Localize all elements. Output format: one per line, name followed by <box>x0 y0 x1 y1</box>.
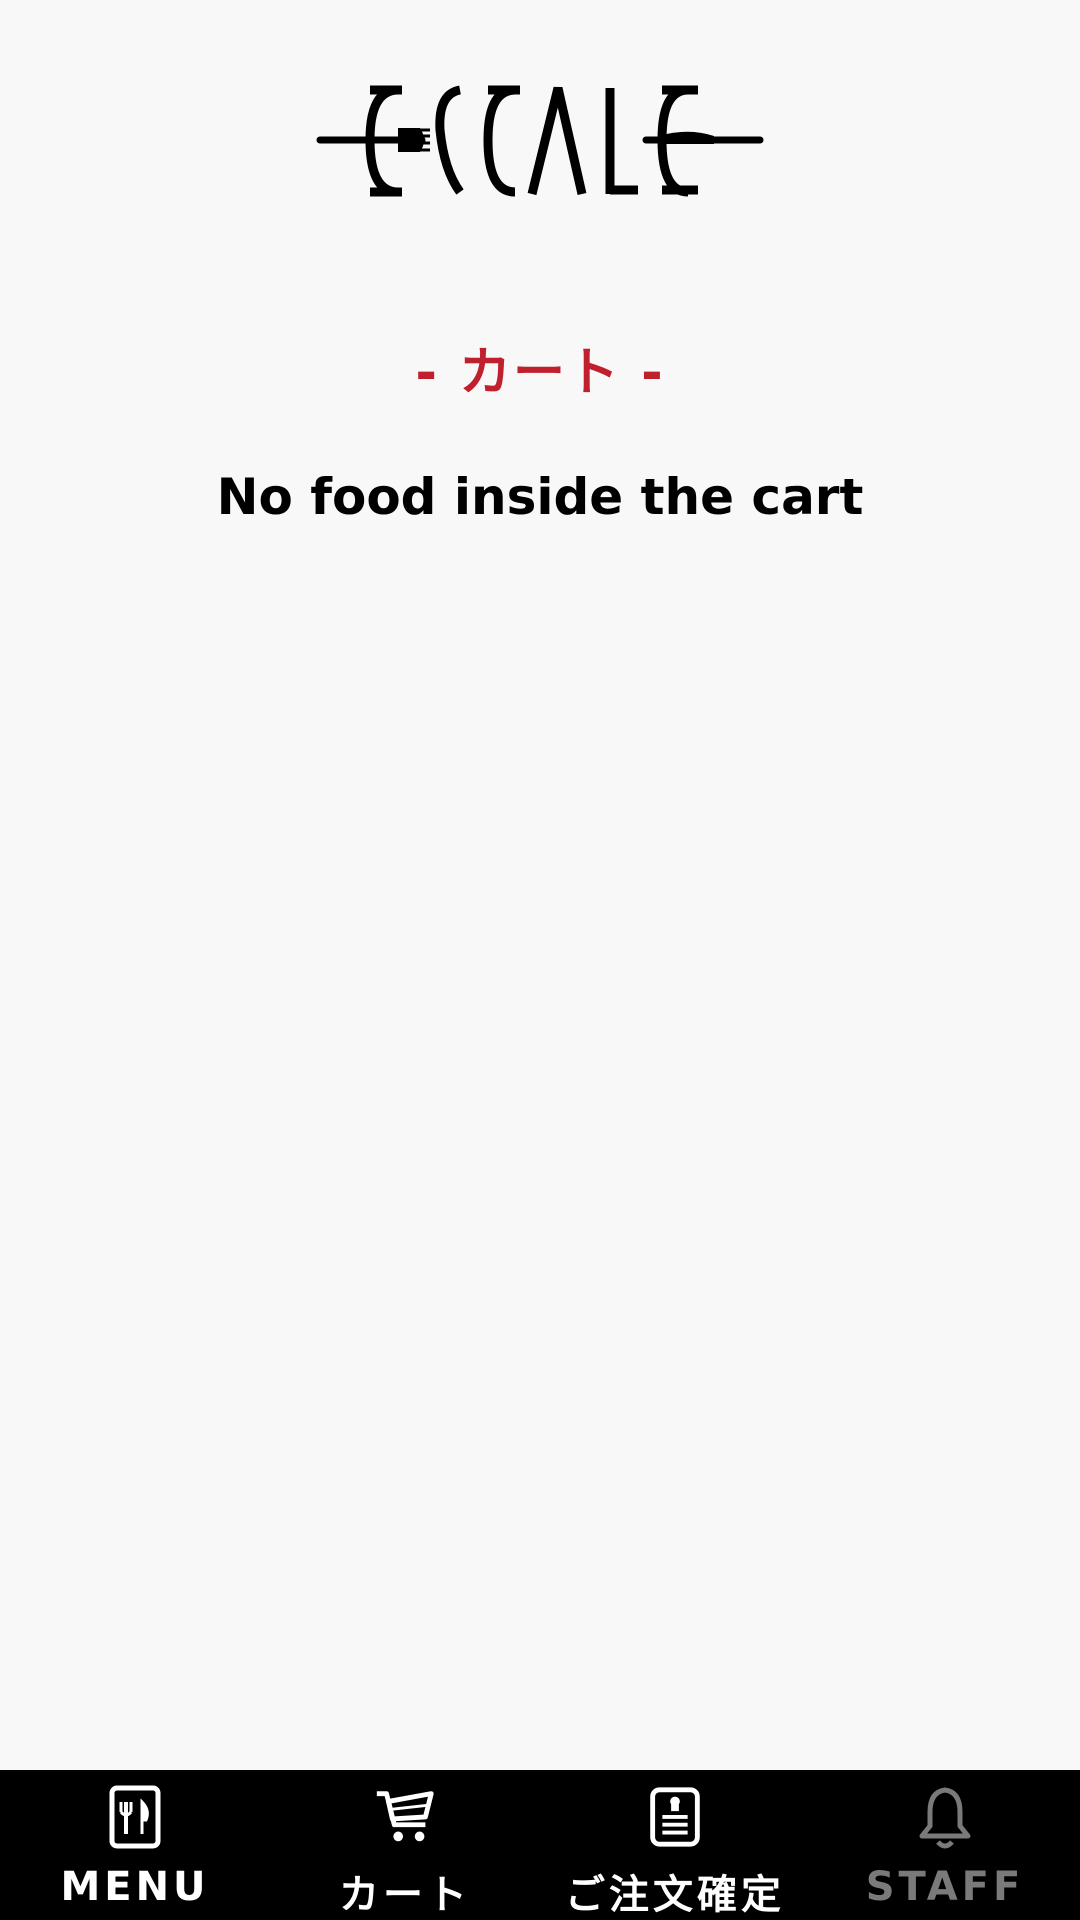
page-title: - カート - <box>415 343 665 403</box>
nav-item-cart[interactable]: カート <box>270 1770 540 1920</box>
cart-icon <box>376 1791 434 1842</box>
nav-label-cart: カート <box>339 1872 471 1918</box>
nav-item-staff[interactable]: STAFF <box>810 1770 1080 1920</box>
bell-icon <box>919 1787 971 1849</box>
bottom-navigation: MENU カート ご注文確定 STAFF <box>0 1770 1080 1920</box>
empty-cart-message: No food inside the cart <box>216 468 864 526</box>
nav-item-order-confirm[interactable]: ご注文確定 <box>540 1770 810 1920</box>
order-confirm-icon <box>650 1787 700 1847</box>
menu-icon <box>109 1785 161 1849</box>
escale-logo <box>310 80 770 210</box>
nav-item-menu[interactable]: MENU <box>0 1770 270 1920</box>
escale-logo-graphic <box>316 85 764 197</box>
nav-label-order-confirm: ご注文確定 <box>565 1872 785 1918</box>
nav-label-menu: MENU <box>60 1864 210 1910</box>
nav-label-staff: STAFF <box>865 1864 1025 1910</box>
cart-page: - カート - No food inside the cart MENU カート… <box>0 0 1080 1920</box>
